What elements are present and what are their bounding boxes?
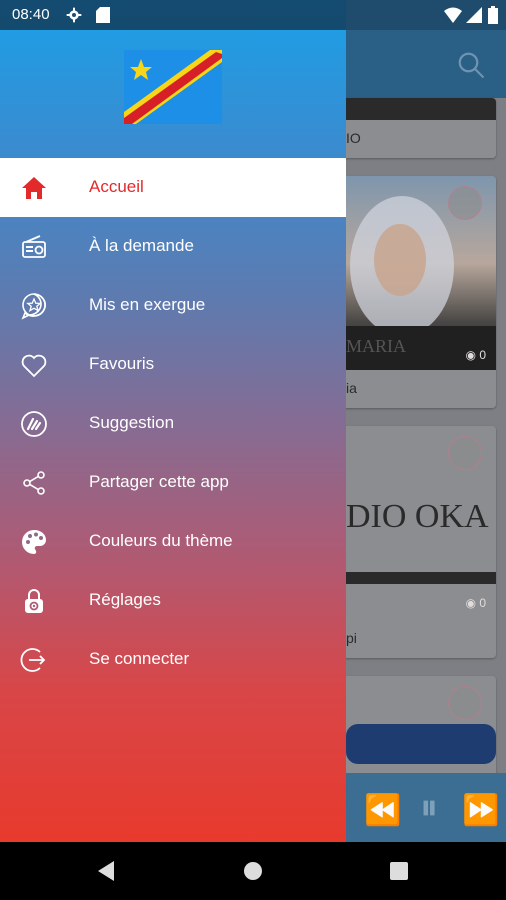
menu-item-favourites[interactable]: Favouris xyxy=(0,335,346,394)
fast-forward-icon[interactable]: ⏩ xyxy=(462,793,499,828)
recents-icon[interactable] xyxy=(369,842,429,900)
menu-item-home[interactable]: Accueil xyxy=(0,158,346,217)
drawer-menu: Accueil À la demande Mis en exergue Favo… xyxy=(0,158,346,689)
menu-item-label: Se connecter xyxy=(89,649,190,668)
eye-icon: ◉ xyxy=(465,348,480,362)
menu-item-label: Couleurs du thème xyxy=(89,531,233,550)
heart-icon xyxy=(21,354,47,378)
sd-card-icon xyxy=(96,7,110,23)
status-time: 08:40 xyxy=(12,6,50,23)
menu-item-login[interactable]: Se connecter xyxy=(0,630,346,689)
bookmark-icon[interactable] xyxy=(448,686,482,720)
menu-item-label: Accueil xyxy=(89,177,144,196)
station-image-text: DIO OKA xyxy=(346,498,489,535)
menu-item-on-demand[interactable]: À la demande xyxy=(0,217,346,276)
bookmark-icon[interactable] xyxy=(448,436,482,470)
home-button-icon[interactable] xyxy=(223,842,283,900)
home-icon xyxy=(22,177,46,199)
menu-item-label: Réglages xyxy=(89,590,161,609)
view-count: 0 xyxy=(479,348,486,362)
suggestion-icon xyxy=(21,411,47,437)
view-count: 0 xyxy=(479,596,486,610)
menu-item-label: Suggestion xyxy=(89,413,175,432)
signal-icon xyxy=(466,7,482,23)
menu-item-label: Mis en exergue xyxy=(89,295,206,314)
eye-icon: ◉ xyxy=(465,596,480,610)
login-icon xyxy=(20,648,46,672)
menu-item-label: Favouris xyxy=(89,354,155,373)
bookmark-icon[interactable] xyxy=(448,186,482,220)
station-image-text: MARIA xyxy=(346,336,407,356)
menu-item-settings[interactable]: Réglages xyxy=(0,571,346,630)
search-icon[interactable] xyxy=(456,50,486,80)
menu-item-label: Partager cette app xyxy=(89,472,229,491)
status-bar: 08:40 xyxy=(0,0,506,30)
radio-icon xyxy=(22,235,46,258)
drc-flag-logo xyxy=(124,50,222,124)
battery-icon xyxy=(488,6,498,24)
menu-item-label: À la demande xyxy=(89,236,194,255)
rewind-icon[interactable]: ⏪ xyxy=(364,793,401,828)
wifi-icon xyxy=(444,7,462,23)
system-navigation-bar xyxy=(0,842,506,900)
navigation-drawer: Accueil À la demande Mis en exergue Favo… xyxy=(0,0,346,842)
gear-icon xyxy=(66,7,82,23)
menu-item-share[interactable]: Partager cette app xyxy=(0,453,346,512)
back-icon[interactable] xyxy=(76,842,136,900)
menu-item-featured[interactable]: Mis en exergue xyxy=(0,276,346,335)
menu-item-suggestion[interactable]: Suggestion xyxy=(0,394,346,453)
menu-item-theme-colors[interactable]: Couleurs du thème xyxy=(0,512,346,571)
star-badge-icon xyxy=(21,293,46,320)
drawer-header xyxy=(0,30,346,158)
pause-icon[interactable]: ⏸ xyxy=(420,786,438,829)
share-icon xyxy=(23,471,45,495)
palette-icon xyxy=(22,530,46,554)
settings-lock-icon xyxy=(25,589,43,613)
